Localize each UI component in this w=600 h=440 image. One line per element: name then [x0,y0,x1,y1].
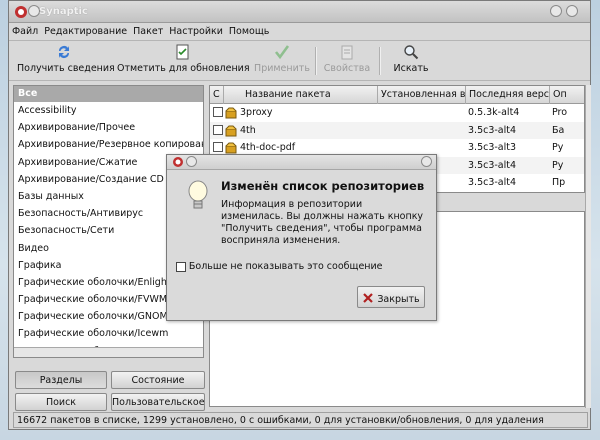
package-description: Ру [552,159,564,171]
package-icon [225,125,237,136]
maximize-button[interactable] [566,5,578,17]
mark-upgrades-button[interactable]: Отметить для обновления [117,43,250,79]
dialog-body: Информация в репозитории изменилась. Вы … [221,199,424,246]
package-icon [225,142,237,154]
properties-icon [341,45,353,60]
toolbar-separator [379,47,381,75]
menu-package[interactable]: Пакет [130,23,166,37]
minimize-button[interactable] [550,5,562,17]
checkbox-box[interactable] [176,261,186,272]
checkmark-icon [274,45,290,60]
close-button[interactable]: Закрыть [357,286,425,308]
package-name: 3proxy [240,107,273,118]
section-item[interactable]: Архивирование/Прочее [14,119,203,136]
column-installed[interactable]: Установленная ве [378,86,466,104]
package-description: Pro [552,107,568,118]
toolbar: Получить сведения Отметить для обновлени… [9,41,590,81]
column-latest[interactable]: Последняя версия [466,86,550,104]
sections-filter-button[interactable]: Разделы [15,371,107,389]
latest-version: 3.5c3-alt3 [468,142,517,153]
package-icon [225,107,237,119]
column-name[interactable]: Название пакета [224,86,378,104]
table-row[interactable]: 3proxy 0.5.3k-alt4 Pro [210,104,584,122]
dialog-title-bar[interactable] [167,155,436,170]
checkbox-label: Больше не показывать это сообщение [188,261,383,272]
package-description: Пр [552,177,566,188]
close-icon [363,293,374,303]
package-description: Ба [552,124,565,136]
custom-filter-button[interactable]: Пользовательское [111,393,205,411]
column-description[interactable]: Оп [550,86,584,104]
dialog-menu-button[interactable] [186,156,197,167]
search-icon [404,45,419,60]
title-bar[interactable]: Synaptic [9,1,590,23]
table-header: С Название пакета Установленная ве После… [210,86,584,104]
app-icon [173,157,183,167]
search-button[interactable]: Искать [385,43,437,79]
package-name: 4th [240,124,256,136]
menu-edit[interactable]: Редактирование [41,23,130,37]
table-vscrollbar[interactable] [585,85,591,408]
section-all[interactable]: Все [14,86,203,102]
menu-bar: Файл Редактирование Пакет Настройки Помощь [9,23,590,41]
latest-version: 3.5c3-alt4 [468,159,517,171]
menu-help[interactable]: Помощь [226,23,272,37]
dialog-heading: Изменён список репозиториев [221,179,425,193]
mark-upgrades-icon [176,44,189,60]
refresh-icon [59,45,69,58]
search-filter-button[interactable]: Поиск [15,393,107,411]
app-icon [15,6,27,18]
menu-settings[interactable]: Настройки [166,23,226,37]
package-checkbox[interactable] [213,142,223,152]
section-item[interactable]: Accessibility [14,102,203,119]
repo-changed-dialog: Изменён список репозиториев Информация в… [166,154,437,321]
package-checkbox[interactable] [213,107,223,117]
column-status[interactable]: С [210,86,224,104]
section-item[interactable]: Архивирование/Резервное копирован [14,136,203,153]
package-description: Ру [552,142,564,153]
package-name: 4th-doc-pdf [240,142,296,153]
window-title: Synaptic [39,6,88,17]
table-row[interactable]: 4th 3.5c3-alt4 Ба [210,121,584,139]
latest-version: 3.5c3-alt4 [468,177,517,188]
status-bar: 16672 пакетов в списке, 1299 установлено… [13,412,588,428]
package-checkbox[interactable] [213,124,223,135]
status-filter-button[interactable]: Состояние [111,371,205,389]
refresh-button[interactable]: Получить сведения [17,43,115,79]
menu-file[interactable]: Файл [9,23,41,37]
section-item[interactable]: Графические оболочки/Icewm [14,325,203,342]
dialog-close-title-button[interactable] [421,156,432,167]
toolbar-separator [315,47,317,75]
latest-version: 3.5c3-alt4 [468,124,517,136]
latest-version: 0.5.3k-alt4 [468,107,520,118]
sections-hscrollbar[interactable] [14,347,203,357]
apply-button[interactable]: Применить [253,43,311,79]
lightbulb-icon [188,180,208,209]
dont-show-checkbox[interactable]: Больше не показывать это сообщение [176,261,383,272]
properties-button[interactable]: Свойства [319,43,375,79]
